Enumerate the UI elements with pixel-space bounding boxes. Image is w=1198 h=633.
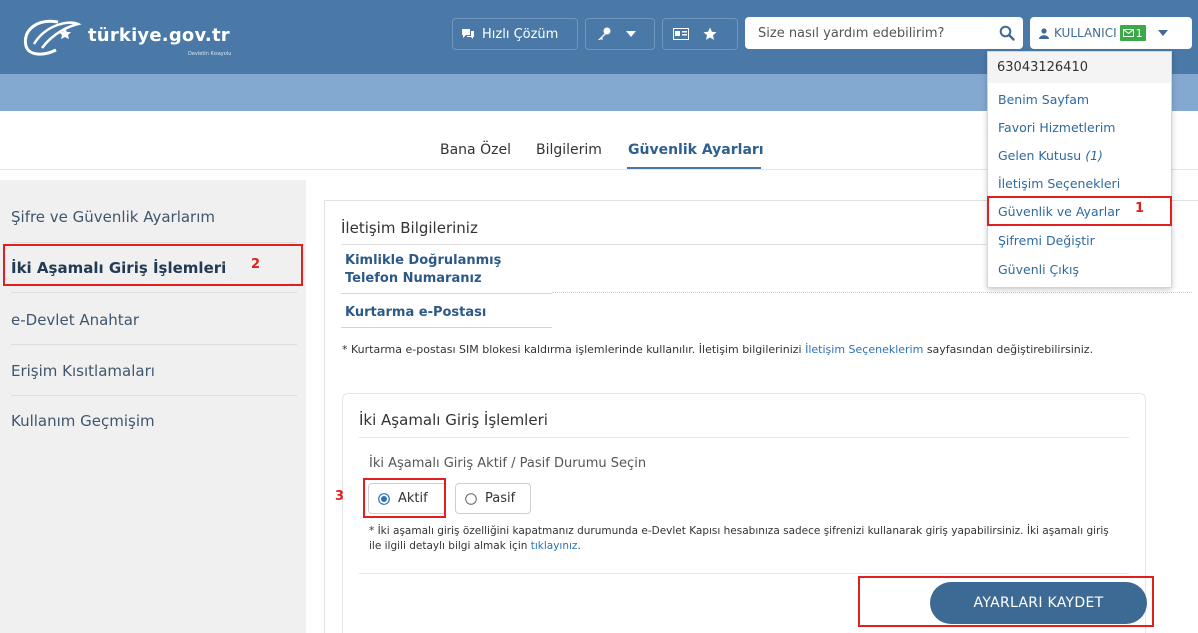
menu-item-iletisim-secenekleri[interactable]: İletişim Seçenekleri (998, 176, 1120, 191)
tab-bilgilerim[interactable]: Bilgilerim (536, 142, 602, 158)
menu-item-benim-sayfam[interactable]: Benim Sayfam (998, 92, 1089, 107)
sidebar-divider (11, 242, 297, 243)
user-label: KULLANICI (1054, 26, 1117, 40)
sidebar-item-erisim-kisitlamalari[interactable]: Erişim Kısıtlamaları (0, 362, 306, 380)
annotation-box-save (858, 576, 1154, 627)
sidebar-divider (11, 395, 297, 396)
radio-pasif-label: Pasif (485, 491, 516, 506)
card-favorites-button[interactable] (662, 18, 738, 50)
sidebar-item-sifre-guvenlik[interactable]: Şifre ve Güvenlik Ayarlarım (0, 208, 306, 226)
sidebar-divider (11, 344, 297, 345)
logo-text: türkiye.gov.tr (88, 25, 230, 46)
contact-note: * Kurtarma e-postası SIM blokesi kaldırm… (342, 342, 1132, 358)
verified-phone-label: Kimlikle Doğrulanmış Telefon Numaranız (345, 253, 502, 286)
two-factor-note: * İki aşamalı giriş özelliğini kapatmanı… (369, 524, 1109, 554)
message-badge[interactable]: 1 (1119, 25, 1146, 41)
tab-bana-ozel[interactable]: Bana Özel (440, 142, 511, 158)
inbox-count: (1) (1085, 148, 1103, 163)
id-card-icon (673, 28, 689, 40)
user-dropdown-menu: 63043126410 Benim Sayfam Favori Hizmetle… (987, 51, 1172, 288)
annotation-number-3: 3 (335, 489, 345, 504)
message-count: 1 (1135, 26, 1143, 40)
card-divider (359, 573, 1129, 574)
annotation-number-2: 2 (251, 257, 261, 272)
two-factor-note-text: * İki aşamalı giriş özelliğini kapatmanı… (369, 525, 1109, 552)
annotation-box-1 (987, 196, 1172, 226)
user-menu-button[interactable]: KULLANICI 1 (1030, 17, 1192, 49)
user-id: 63043126410 (988, 52, 1171, 83)
radio-unchecked-icon (465, 492, 477, 505)
caret-down-icon (626, 31, 636, 37)
menu-item-favori-hizmetlerim[interactable]: Favori Hizmetlerim (998, 120, 1116, 135)
search-icon[interactable] (999, 25, 1015, 41)
sidebar-item-edevlet-anahtar[interactable]: e-Devlet Anahtar (0, 311, 306, 329)
menu-item-gelen-kutusu-label: Gelen Kutusu (998, 148, 1082, 163)
annotation-number-1: 1 (1135, 201, 1145, 216)
key-menu-button[interactable] (585, 18, 655, 50)
info-dotted-line (552, 292, 1192, 293)
quick-solution-label: Hızlı Çözüm (482, 26, 559, 42)
contact-section-title: İletişim Bilgileriniz (341, 219, 478, 237)
search-input[interactable] (745, 17, 985, 49)
site-logo[interactable]: türkiye.gov.tr Devletin Kısayolu (20, 14, 260, 58)
caret-down-icon (1157, 30, 1168, 36)
menu-item-gelen-kutusu[interactable]: Gelen Kutusu (1) (998, 148, 1103, 163)
logo-subtitle: Devletin Kısayolu (188, 51, 232, 57)
quick-solution-button[interactable]: Hızlı Çözüm (452, 18, 578, 50)
contact-note-text: * Kurtarma e-postası SIM blokesi kaldırm… (342, 343, 802, 356)
two-factor-title: İki Aşamalı Giriş İşlemleri (359, 411, 548, 429)
tab-guvenlik-ayarlari[interactable]: Güvenlik Ayarları (628, 142, 764, 158)
details-link[interactable]: tıklayınız (531, 540, 578, 552)
info-underline (341, 327, 552, 328)
star-icon (703, 27, 717, 40)
section-divider (341, 244, 986, 245)
menu-item-guvenli-cikis[interactable]: Güvenli Çıkış (998, 262, 1079, 277)
logo-swoosh-icon (23, 19, 82, 56)
menu-item-sifremi-degistir[interactable]: Şifremi Değiştir (998, 233, 1095, 248)
recovery-email-label: Kurtarma e-Postası (345, 305, 487, 320)
sidebar-divider (11, 292, 297, 293)
chat-icon (462, 29, 474, 39)
envelope-icon (1122, 29, 1134, 37)
search-box (745, 17, 1023, 49)
contact-options-link[interactable]: İletişim Seçeneklerim (805, 343, 923, 356)
key-icon (598, 27, 611, 40)
two-factor-subtitle: İki Aşamalı Giriş Aktif / Pasif Durumu S… (369, 456, 647, 471)
info-underline (341, 293, 552, 294)
card-divider (359, 437, 1129, 438)
radio-pasif[interactable]: Pasif (455, 483, 531, 514)
annotation-box-3 (363, 478, 446, 518)
sidebar-item-kullanim-gecmisim[interactable]: Kullanım Geçmişim (0, 412, 306, 430)
contact-note-suffix: sayfasından değiştirebilirsiniz. (926, 343, 1094, 356)
user-icon (1039, 27, 1049, 39)
two-factor-note-end: . (577, 540, 581, 552)
